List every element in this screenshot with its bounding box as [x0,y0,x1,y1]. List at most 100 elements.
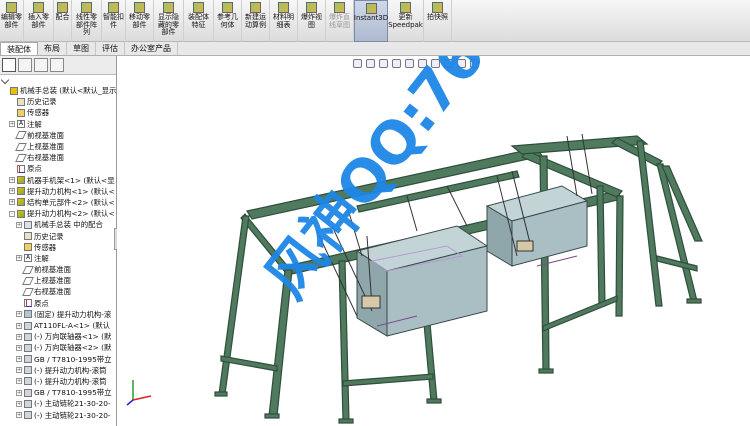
tree-item[interactable]: 历史记录 [0,230,116,241]
update-speedpak-button[interactable]: 更新 Speedpak [388,0,424,42]
tree-item[interactable]: 历史记录 [0,96,116,107]
tab-2[interactable]: 草图 [67,42,96,55]
exploded-view-button[interactable]: 爆炸视 图 [298,0,326,42]
tree-expander-icon[interactable]: + [9,121,15,128]
display-manager-tab-icon[interactable] [50,58,64,72]
tree-item-label: 机器手机架<1> (默认<显 [27,175,115,185]
tree-item[interactable]: + (-) 提升动力机构-滚筒 [0,365,116,376]
tab-1[interactable]: 布局 [38,42,67,55]
property-manager-tab-icon[interactable] [18,58,32,72]
note-icon: A [24,254,32,263]
tree-item-label: (固定) 提升动力机构-滚 [34,309,112,319]
tree-item[interactable]: + GB / T7810-1995带立 [0,387,116,398]
explode-line-sketch-icon [334,2,345,13]
tree-item[interactable]: 前视基准面 [0,130,116,141]
tree-filter[interactable] [0,75,116,85]
tree-item-label: 原点 [34,298,49,308]
tree-item[interactable]: + 结构单元部件<2> (默认< [0,197,116,208]
tree-item[interactable]: + A 注解 [0,253,116,264]
tab-3[interactable]: 评估 [96,42,125,55]
tree-item-label: 机械手总装 (默认<默认_显示 [20,86,116,96]
tree-item[interactable]: + 提升动力机构<1> (默认< [0,186,116,197]
axis-triad-icon [126,380,152,406]
tree-expander-icon[interactable]: + [16,333,22,340]
tree-expander-icon[interactable]: + [16,322,22,329]
part-icon [24,343,32,352]
tree-item[interactable]: 传感器 [0,242,116,253]
tree-item[interactable]: + 机械手总装 中的配合 [0,219,116,230]
smart-fasteners-icon [108,2,119,13]
tree-expander-icon[interactable]: + [9,188,15,195]
command-tabs: 装配体 布局 草图 评估 办公室产品 [0,42,750,56]
tree-item[interactable]: + GB / T7810-1995带立 [0,354,116,365]
sens-icon [24,243,32,252]
tree-expander-icon[interactable]: + [16,344,22,351]
graphics-area[interactable]: 风神QQ:76615339 [117,56,750,426]
tree-item[interactable]: 右视基准面 [0,286,116,297]
tab-4[interactable]: 办公室产品 [125,42,178,55]
tree-expander-icon[interactable]: + [16,412,22,419]
explode-line-sketch-label: 爆炸直 线草图 [329,13,350,29]
configuration-manager-tab-icon[interactable] [34,58,48,72]
tree-item-label: 提升动力机构<2> (默认< [27,209,115,219]
mate-button[interactable]: 配合 [54,0,72,42]
tree-item[interactable]: + 机器手机架<1> (默认<显 [0,175,116,186]
show-hidden-label: 显示隐 藏的零 部件 [158,13,179,36]
new-motion-study-button[interactable]: 新建运 动算例 [242,0,270,42]
tree-item-label: 前视基准面 [27,130,64,140]
feature-tree-tab-icon[interactable] [2,58,16,72]
lifting-mechanism-boxes [355,185,589,337]
tree-item[interactable]: 机械手总装 (默认<默认_显示 [0,85,116,96]
tab-0[interactable]: 装配体 [0,42,38,55]
tree-item[interactable]: + A 注解 [0,119,116,130]
reference-geometry-button[interactable]: 参考几 何体 [214,0,242,42]
tree-item[interactable]: 传感器 [0,107,116,118]
tree-expander-icon[interactable]: + [16,378,22,385]
tree-expander-icon[interactable]: + [16,356,22,363]
tree-item-label: 右视基准面 [27,153,64,163]
part-icon [24,399,32,408]
tree-item[interactable]: + (-) 万向联轴器<1> (默 [0,331,116,342]
tree-expander-icon[interactable]: + [16,389,22,396]
move-component-label: 移动零 部件 [129,13,150,29]
tree-item[interactable]: + (固定) 提升动力机构-滚 [0,309,116,320]
fix-icon [24,310,32,319]
tree-expander-icon[interactable]: + [16,367,22,374]
tree-item[interactable]: + (-) 提升动力机构-滚筒 [0,376,116,387]
tree-item[interactable]: 上视基准面 [0,275,116,286]
smart-fasteners-button[interactable]: 智能扣 件 [102,0,126,42]
tree-expander-icon[interactable]: + [16,255,22,262]
move-component-button[interactable]: 移动零 部件 [126,0,154,42]
assembly-features-button[interactable]: 装配体 特征 [184,0,214,42]
tree-item[interactable]: 原点 [0,298,116,309]
tree-item[interactable]: - 提升动力机构<2> (默认< [0,208,116,219]
insert-component-button[interactable]: 插入零 部件 [24,0,54,42]
tree-item[interactable]: + AT110FL-A<1> (默认 [0,320,116,331]
tree-item[interactable]: + (-) 万向联轴器<2> (默 [0,342,116,353]
tree-expander-icon[interactable]: + [16,400,22,407]
orig-icon [17,164,25,173]
tree-item-label: 提升动力机构<1> (默认< [27,186,115,196]
part-icon [24,355,32,364]
bill-of-materials-button[interactable]: 材料明 细表 [270,0,298,42]
tree-item-label: 前视基准面 [34,265,71,275]
tree-expander-icon[interactable]: - [9,210,15,217]
tree-item[interactable]: + (-) 主动链轮21-30-20- [0,398,116,409]
tree-expander-icon[interactable]: + [16,221,22,228]
tree-expander-icon[interactable]: + [16,311,22,318]
take-snapshot-button[interactable]: 拍快照 [424,0,452,42]
tree-item[interactable]: + (-) 主动链轮21-30-20- [0,409,116,420]
linear-pattern-button[interactable]: 线性零 部件阵 列 [72,0,102,42]
plane-icon [22,265,34,274]
tree-item[interactable]: 上视基准面 [0,141,116,152]
tree-item[interactable]: 前视基准面 [0,264,116,275]
tree-expander-icon[interactable]: + [9,199,15,206]
tree-item[interactable]: 原点 [0,163,116,174]
edit-component-button[interactable]: 编辑零 部件 [0,0,24,42]
tree-item[interactable]: 右视基准面 [0,152,116,163]
explode-line-sketch-button[interactable]: 爆炸直 线草图 [326,0,354,42]
take-snapshot-label: 拍快照 [427,13,448,21]
show-hidden-button[interactable]: 显示隐 藏的零 部件 [154,0,184,42]
tree-expander-icon[interactable]: + [9,177,15,184]
instant3d-button[interactable]: Instant3D [354,0,388,42]
